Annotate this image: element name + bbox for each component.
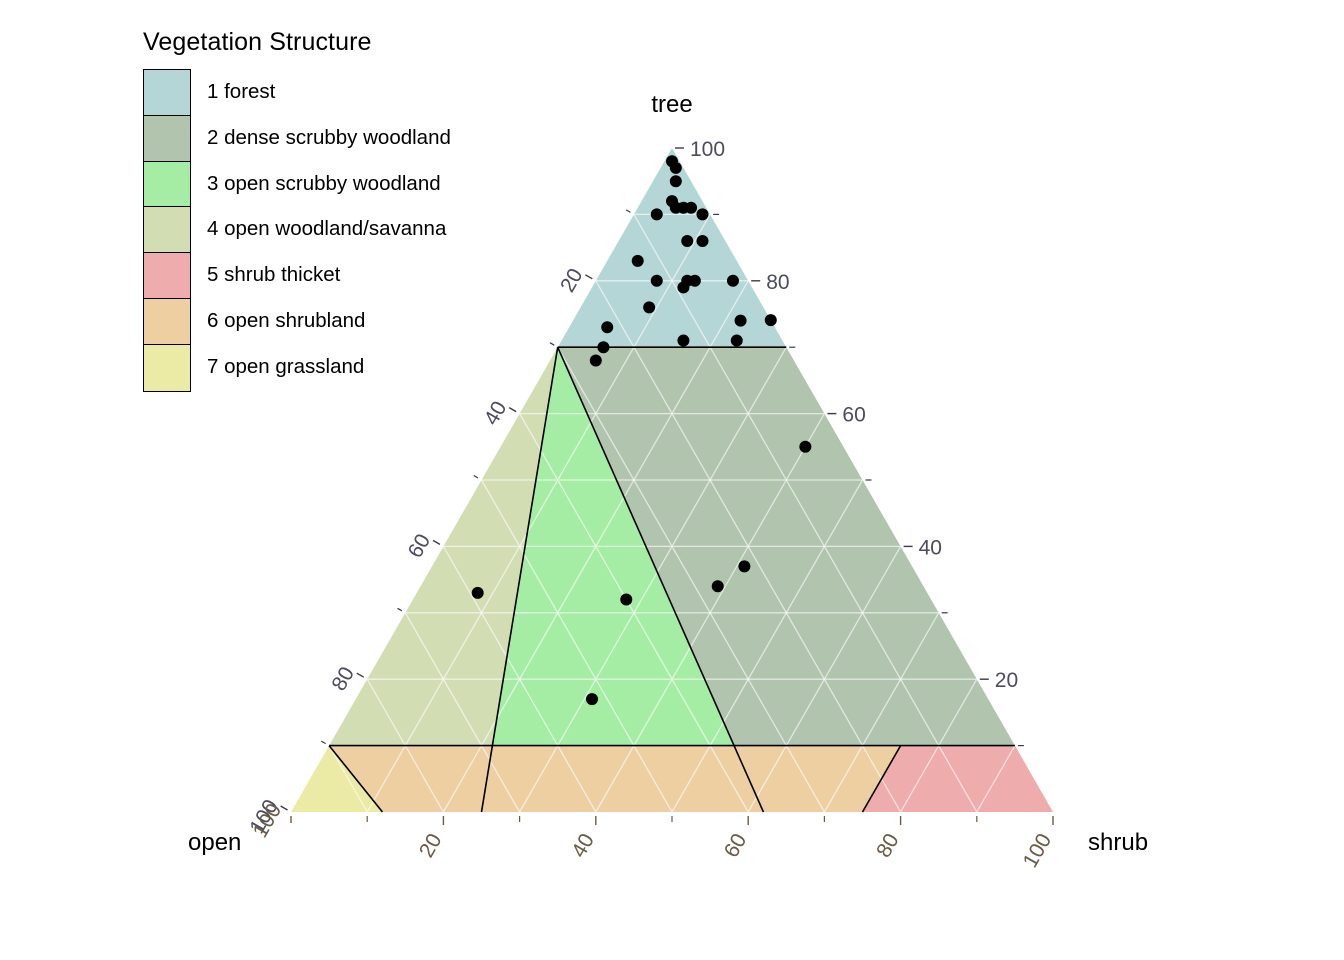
- ternary-plot-page: Vegetation Structure 1 forest 2 dense sc…: [0, 0, 1344, 960]
- data-point: [620, 593, 633, 606]
- data-point: [726, 274, 739, 287]
- data-point: [650, 208, 663, 221]
- data-point: [711, 580, 724, 593]
- tick-minor-left-axis: [625, 209, 631, 213]
- data-point: [631, 254, 644, 267]
- tick-minor-left-axis: [473, 474, 479, 479]
- axis-title-open: open: [188, 829, 241, 856]
- tick-label-left-40: 40: [480, 397, 512, 429]
- tick-label-right-60: 60: [842, 404, 865, 427]
- data-point: [669, 175, 682, 188]
- data-point: [601, 321, 614, 334]
- tick-label-right-100: 100: [690, 138, 725, 161]
- data-point: [585, 693, 598, 706]
- tick-label-left-60: 60: [404, 530, 436, 562]
- data-point: [696, 208, 709, 221]
- data-point: [669, 161, 682, 174]
- data-point: [764, 314, 777, 327]
- tick-minor-left-axis: [321, 740, 326, 745]
- data-point: [799, 440, 812, 453]
- axis-title-shrub: shrub: [1088, 829, 1148, 856]
- data-point: [688, 274, 701, 287]
- tick-minor-left-axis: [549, 342, 555, 346]
- data-point: [681, 234, 694, 247]
- tick-label-left-20: 20: [556, 265, 588, 297]
- tick-label-bottom-80: 80: [872, 830, 904, 862]
- tick-label-bottom-100: 100: [1019, 830, 1056, 872]
- data-point: [734, 314, 747, 327]
- data-point: [677, 334, 690, 347]
- data-point: [696, 234, 709, 247]
- data-point: [650, 274, 663, 287]
- tick-label-right-40: 40: [919, 536, 942, 559]
- data-point: [471, 586, 484, 599]
- tick-label-right-20: 20: [995, 669, 1018, 692]
- ternary-diagram: 100806040202040608010020 40 60 80 100100 tre…: [188, 91, 1148, 872]
- data-point: [730, 334, 743, 347]
- data-point: [643, 301, 656, 314]
- tick-label-bottom-20: 20: [415, 830, 447, 862]
- tick-minor-left-axis: [397, 607, 403, 612]
- data-point: [685, 201, 698, 214]
- tick-label-left-80: 80: [327, 663, 359, 695]
- data-point: [597, 341, 610, 354]
- data-point: [738, 560, 751, 573]
- tick-label-bottom-40: 40: [567, 830, 599, 862]
- data-point: [677, 281, 690, 294]
- data-point: [589, 354, 602, 367]
- tick-label-right-80: 80: [766, 271, 789, 294]
- axis-title-tree: tree: [651, 91, 692, 118]
- tick-label-bottom-60: 60: [720, 830, 752, 862]
